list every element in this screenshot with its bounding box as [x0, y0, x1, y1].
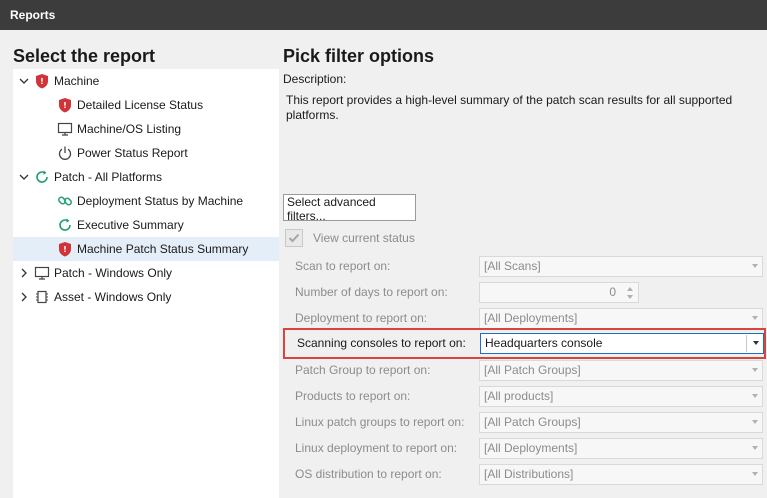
filter-label: Number of days to report on:	[295, 285, 448, 299]
tree-item-detailed-license-status[interactable]: ! Detailed License Status	[13, 93, 279, 117]
deployment-dropdown[interactable]: [All Deployments]	[479, 308, 763, 329]
view-current-status-checkbox[interactable]	[285, 229, 303, 247]
svg-text:!: !	[63, 245, 67, 254]
monitor-icon	[57, 121, 73, 137]
filter-label: Patch Group to report on:	[295, 363, 431, 377]
tree-item-label: Executive Summary	[77, 218, 184, 232]
select-advanced-filters-button[interactable]: Select advanced filters...	[283, 194, 416, 223]
filter-row-scan: Scan to report on: [All Scans]	[280, 254, 767, 278]
filter-label: Scanning consoles to report on:	[297, 336, 466, 350]
spin-down-icon[interactable]	[627, 295, 633, 299]
dropdown-value: Headquarters console	[485, 336, 603, 350]
tree-item-label: Patch - Windows Only	[54, 266, 173, 280]
tree-item-machine-patch-status-summary[interactable]: ! Machine Patch Status Summary	[13, 237, 279, 261]
refresh-green-icon	[57, 217, 73, 233]
report-tree: ! Machine ! Detailed License Status Mach…	[13, 69, 279, 498]
filter-row-linux-patch-groups: Linux patch groups to report on: [All Pa…	[280, 410, 767, 434]
tree-item-label: Asset - Windows Only	[54, 290, 172, 304]
tree-item-label: Patch - All Platforms	[54, 170, 163, 184]
view-current-status-row: View current status	[283, 227, 415, 249]
tree-item-machine-os-listing[interactable]: Machine/OS Listing	[13, 117, 279, 141]
tree-item-machine[interactable]: ! Machine	[13, 69, 279, 93]
tree-item-power-status-report[interactable]: Power Status Report	[13, 141, 279, 165]
right-heading: Pick filter options	[283, 46, 435, 66]
tree-item-patch-all-platforms[interactable]: Patch - All Platforms	[13, 165, 279, 189]
dropdown-arrow-icon	[752, 264, 758, 268]
view-current-status-label: View current status	[313, 231, 415, 245]
tree-item-label: Machine/OS Listing	[77, 122, 182, 136]
spin-up-icon[interactable]	[627, 287, 633, 291]
refresh-green-icon	[34, 169, 50, 185]
dropdown-value: [All Patch Groups]	[484, 363, 581, 377]
filter-row-days: Number of days to report on: 0	[280, 280, 767, 304]
dropdown-value: [All Distributions]	[484, 467, 574, 481]
svg-text:!: !	[40, 77, 44, 86]
link-green-icon	[57, 193, 73, 209]
scan-dropdown[interactable]: [All Scans]	[479, 256, 763, 277]
description-label: Description:	[283, 72, 347, 86]
dropdown-arrow-icon	[752, 446, 758, 450]
tree-item-label: Deployment Status by Machine	[77, 194, 244, 208]
chip-icon	[34, 289, 50, 305]
filter-label: Linux deployment to report on:	[295, 441, 458, 455]
filter-row-os-distribution: OS distribution to report on: [All Distr…	[280, 462, 767, 486]
os-distribution-dropdown[interactable]: [All Distributions]	[479, 464, 763, 485]
tree-item-label: Machine Patch Status Summary	[77, 242, 249, 256]
filter-label: Linux patch groups to report on:	[295, 415, 465, 429]
dropdown-arrow-icon	[752, 472, 758, 476]
days-stepper[interactable]: 0	[479, 282, 639, 303]
dropdown-arrow-icon	[752, 394, 758, 398]
linux-patch-groups-dropdown[interactable]: [All Patch Groups]	[479, 412, 763, 433]
chevron-down-icon[interactable]	[18, 171, 30, 183]
dropdown-value: [All Deployments]	[484, 311, 578, 325]
dropdown-arrow-icon[interactable]	[753, 341, 759, 345]
dropdown-value: [All Patch Groups]	[484, 415, 581, 429]
products-dropdown[interactable]: [All products]	[479, 386, 763, 407]
shield-red-icon: !	[57, 97, 73, 113]
filter-row-deployment: Deployment to report on: [All Deployment…	[280, 306, 767, 330]
tree-item-asset-windows-only[interactable]: Asset - Windows Only	[13, 285, 279, 309]
stepper-value: 0	[609, 285, 616, 299]
tree-item-executive-summary[interactable]: Executive Summary	[13, 213, 279, 237]
left-heading: Select the report	[13, 46, 156, 66]
dropdown-arrow-icon	[752, 316, 758, 320]
svg-text:!: !	[63, 101, 67, 110]
filter-label: Deployment to report on:	[295, 311, 428, 325]
patch-group-dropdown[interactable]: [All Patch Groups]	[479, 360, 763, 381]
filter-row-patch-group: Patch Group to report on: [All Patch Gro…	[280, 358, 767, 382]
dropdown-value: [All products]	[484, 389, 554, 403]
dropdown-value: [All Deployments]	[484, 441, 578, 455]
dropdown-arrow-icon	[752, 368, 758, 372]
tree-item-deployment-status-by-machine[interactable]: Deployment Status by Machine	[13, 189, 279, 213]
left-panel: Select the report ! Machine ! Detailed L…	[0, 30, 280, 498]
chevron-down-icon[interactable]	[18, 75, 30, 87]
chevron-right-icon[interactable]	[18, 291, 30, 303]
checkmark-icon	[288, 233, 300, 243]
scanning-consoles-dropdown[interactable]: Headquarters console	[480, 333, 764, 354]
tree-item-patch-windows-only[interactable]: Patch - Windows Only	[13, 261, 279, 285]
right-panel: Pick filter options Description: This re…	[280, 30, 767, 498]
dropdown-arrow-icon	[752, 420, 758, 424]
monitor-icon	[34, 265, 50, 281]
filter-label: Products to report on:	[295, 389, 411, 403]
filter-label: Scan to report on:	[295, 259, 391, 273]
shield-red-icon: !	[57, 241, 73, 257]
dropdown-divider	[746, 335, 747, 352]
power-icon	[57, 145, 73, 161]
tree-item-label: Detailed License Status	[77, 98, 204, 112]
filter-row-linux-deployment: Linux deployment to report on: [All Depl…	[280, 436, 767, 460]
filter-row-products: Products to report on: [All products]	[280, 384, 767, 408]
description-text: This report provides a high-level summar…	[286, 93, 733, 122]
tree-item-label: Power Status Report	[77, 146, 188, 160]
filter-label: OS distribution to report on:	[295, 467, 442, 481]
chevron-right-icon[interactable]	[18, 267, 30, 279]
linux-deployment-dropdown[interactable]: [All Deployments]	[479, 438, 763, 459]
dropdown-value: [All Scans]	[484, 259, 541, 273]
shield-red-icon: !	[34, 73, 50, 89]
scanning-consoles-highlight: Scanning consoles to report on: Headquar…	[283, 328, 766, 359]
window-title: Reports	[0, 0, 767, 30]
tree-item-label: Machine	[54, 74, 100, 88]
